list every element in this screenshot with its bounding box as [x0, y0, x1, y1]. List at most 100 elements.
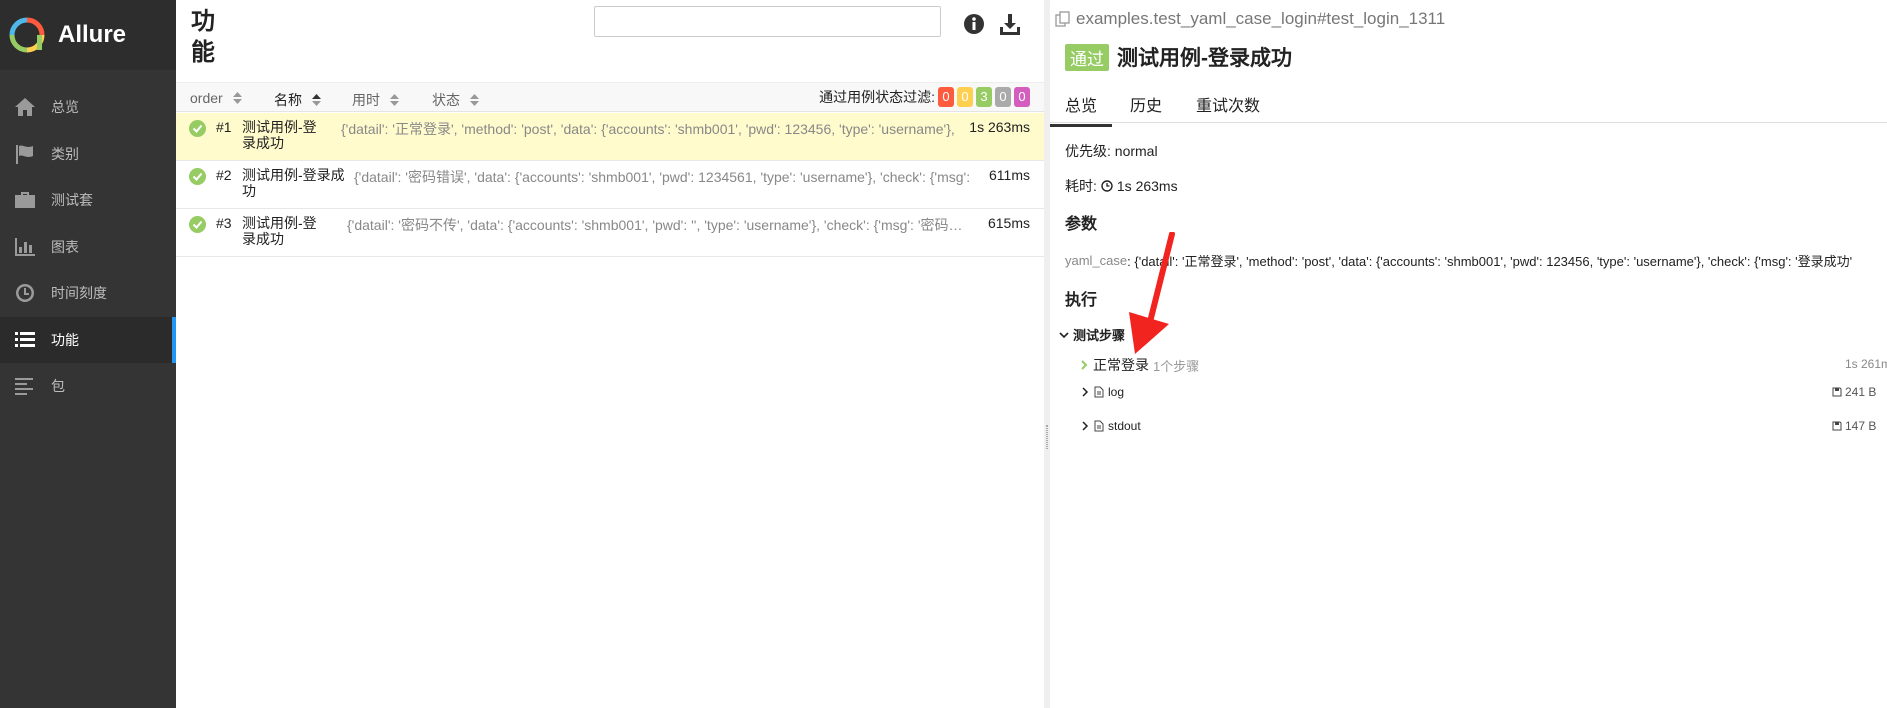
filter-badge-broken[interactable]: 0 [957, 87, 973, 107]
attachment-stdout[interactable]: stdout [1080, 419, 1141, 433]
clock-icon [1101, 180, 1113, 192]
status-badge: 通过 [1065, 43, 1109, 71]
row-duration: 1s 263ms [969, 119, 1030, 135]
save-icon [1832, 387, 1842, 397]
briefcase-icon [15, 192, 35, 209]
attachment-log[interactable]: log [1080, 385, 1124, 399]
execution-heading: 执行 [1065, 292, 1098, 309]
table-row[interactable]: #1 测试用例-登录成功 {'datail': '正常登录', 'method'… [176, 113, 1044, 161]
priority-text: 优先级: normal [1065, 143, 1158, 159]
red-arrow-annotation [1129, 232, 1175, 354]
column-label: 名称 [274, 92, 302, 108]
step-duration: 1s 261ms [1845, 357, 1887, 371]
tab-history[interactable]: 历史 [1130, 92, 1162, 116]
chevron-right-icon [1082, 387, 1089, 397]
attachment-size: 241 B [1832, 385, 1876, 399]
detail-tabs: 总览 历史 重试次数 [1050, 84, 1887, 127]
column-duration[interactable]: 用时 [352, 90, 399, 110]
column-status[interactable]: 状态 [432, 90, 479, 110]
duration-line: 耗时: 1s 263ms [1065, 176, 1178, 196]
row-number: #3 [216, 215, 232, 231]
test-list-panel: 功 能 order 名称 用时 状态 通过用例状态过滤: 0 0 3 0 0 #… [176, 0, 1044, 708]
table-row[interactable]: #3 测试用例-登录成功 {'datail': '密码不传', 'data': … [176, 209, 1044, 257]
params-heading: 参数 [1065, 216, 1098, 233]
column-label: 用时 [352, 92, 380, 108]
table-header: order 名称 用时 状态 通过用例状态过滤: 0 0 3 0 0 [176, 82, 1044, 112]
list-icon [15, 331, 35, 347]
row-number: #1 [216, 119, 232, 135]
info-icon[interactable] [963, 13, 985, 35]
passed-check-icon [189, 168, 206, 185]
sidebar-item-graphs[interactable]: 图表 [0, 224, 176, 271]
allure-logo-icon [9, 17, 45, 53]
param-value: : {'datail': '正常登录', 'method': 'post', '… [1127, 254, 1853, 269]
sidebar-item-packages[interactable]: 包 [0, 363, 176, 410]
sort-icon [232, 92, 242, 104]
param-row: yaml_case : {'datail': '正常登录', 'method':… [1065, 251, 1852, 270]
sidebar-item-categories[interactable]: 类别 [0, 131, 176, 178]
sort-icon [312, 94, 321, 106]
save-icon [1832, 421, 1842, 431]
filter-badge-passed[interactable]: 3 [976, 87, 992, 107]
sidebar-item-label: 时间刻度 [51, 285, 107, 302]
filter-badge-skipped[interactable]: 0 [995, 87, 1011, 107]
filter-badge-unknown[interactable]: 0 [1014, 87, 1030, 107]
search-input[interactable] [594, 6, 941, 37]
status-filter-label: 通过用例状态过滤: [819, 89, 935, 105]
test-detail-panel: examples.test_yaml_case_login#test_login… [1050, 0, 1887, 708]
brand-name: Allure [58, 21, 127, 48]
row-name: 测试用例-登录成功 [242, 167, 345, 199]
sort-icon [390, 94, 399, 106]
attachment-size: 147 B [1832, 419, 1876, 433]
row-number: #2 [216, 167, 232, 183]
sidebar-item-label: 包 [51, 378, 65, 395]
page-title-line: 功 [191, 8, 215, 35]
sidebar-item-behaviors[interactable]: 功能 [0, 316, 176, 363]
column-label: order [190, 90, 223, 106]
sidebar-item-label: 图表 [51, 238, 79, 255]
chevron-right-icon [1081, 360, 1088, 370]
row-name: 测试用例-登录成功 [242, 215, 317, 247]
file-icon [1094, 386, 1104, 398]
chevron-down-icon [1059, 331, 1069, 338]
table-row[interactable]: #2 测试用例-登录成功 {'datail': '密码错误', 'data': … [176, 161, 1044, 209]
copy-icon[interactable] [1055, 11, 1071, 27]
test-steps-toggle[interactable]: 测试步骤 [1059, 325, 1125, 344]
passed-check-icon [189, 216, 206, 233]
attachment-size-text: 147 B [1845, 419, 1877, 433]
column-label: 状态 [432, 92, 460, 108]
row-duration: 611ms [989, 167, 1030, 183]
sort-icon [470, 94, 479, 106]
column-name[interactable]: 名称 [274, 90, 321, 110]
column-order[interactable]: order [190, 90, 242, 106]
test-title: 通过 测试用例-登录成功 [1065, 42, 1292, 72]
passed-check-icon [189, 120, 206, 137]
sidebar: Allure 总览 类别 测试套 图表 时间刻度 功能 包 [0, 0, 176, 708]
tab-retries[interactable]: 重试次数 [1196, 92, 1260, 116]
attachment-size-text: 241 B [1845, 385, 1877, 399]
duration-label: 耗时: [1065, 178, 1097, 194]
duration-value: 1s 263ms [1116, 178, 1178, 194]
sidebar-item-label: 总览 [51, 99, 79, 116]
sidebar-item-label: 类别 [51, 145, 79, 162]
splitter-grip-icon[interactable] [1046, 425, 1048, 449]
step-name: 正常登录 [1093, 357, 1149, 373]
step-item[interactable]: 正常登录 1个步骤 [1079, 355, 1199, 375]
sidebar-item-suites[interactable]: 测试套 [0, 177, 176, 224]
test-path-text: examples.test_yaml_case_login#test_login… [1076, 9, 1446, 28]
clock-icon [16, 284, 35, 303]
attachment-name: log [1108, 385, 1125, 399]
download-icon[interactable] [998, 12, 1022, 36]
file-icon [1094, 420, 1104, 432]
row-params: {'datail': '密码错误', 'data': {'accounts': … [354, 169, 971, 185]
tab-overview[interactable]: 总览 [1050, 92, 1113, 127]
home-icon [15, 98, 35, 117]
chevron-right-icon [1082, 421, 1089, 431]
sidebar-item-timeline[interactable]: 时间刻度 [0, 270, 176, 317]
row-name: 测试用例-登录成功 [242, 119, 317, 151]
test-title-text: 测试用例-登录成功 [1117, 47, 1292, 70]
brand[interactable]: Allure [0, 0, 176, 70]
sidebar-item-overview[interactable]: 总览 [0, 84, 176, 131]
row-params: {'datail': '正常登录', 'method': 'post', 'da… [341, 121, 955, 137]
filter-badge-failed[interactable]: 0 [938, 87, 954, 107]
